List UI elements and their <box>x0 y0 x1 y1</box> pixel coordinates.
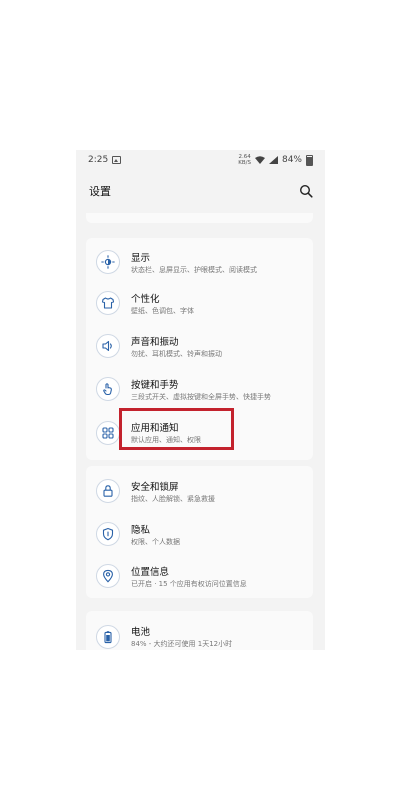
apps-icon <box>102 427 114 439</box>
status-time: 2:25 <box>88 155 109 165</box>
settings-item-title: 按键和手势 <box>131 380 179 391</box>
battery-icon-circle <box>96 625 120 649</box>
privacy-icon-circle <box>96 522 120 546</box>
settings-item-subtitle: 指纹、人脸解锁、紧急救援 <box>131 495 215 503</box>
settings-item-title: 隐私 <box>131 525 151 536</box>
status-bar: 2:25 2.64 KB/S 84% <box>76 150 325 170</box>
settings-item-security-lock[interactable]: 安全和锁屏 指纹、人脸解锁、紧急救援 <box>86 470 313 512</box>
settings-item-title: 电池 <box>131 627 151 638</box>
settings-item-apps-notifications[interactable]: 应用和通知 默认应用、通知、权限 <box>86 411 313 453</box>
apps-icon-circle <box>96 421 120 445</box>
settings-item-subtitle: 已开启 · 15 个应用有权访问位置信息 <box>131 580 247 588</box>
status-battery-icon <box>306 154 313 166</box>
settings-item-title: 声音和振动 <box>131 337 179 348</box>
speaker-icon <box>102 340 112 352</box>
location-icon <box>103 569 113 583</box>
scroll-top-card <box>86 213 313 223</box>
lock-icon <box>103 485 113 497</box>
settings-item-title: 安全和锁屏 <box>131 482 179 493</box>
settings-item-title: 应用和通知 <box>131 423 179 434</box>
settings-item-battery[interactable]: 电池 84% - 大约还可使用 1天12小时 <box>86 615 313 650</box>
search-icon <box>299 184 313 198</box>
personalization-icon-circle <box>96 291 120 315</box>
gesture-icon <box>103 383 112 396</box>
settings-item-sound[interactable]: 声音和振动 勿扰、耳机模式、铃声和振动 <box>86 325 313 367</box>
settings-item-subtitle: 权限、个人数据 <box>131 538 180 546</box>
image-notification-icon <box>112 156 122 164</box>
settings-item-display[interactable]: 显示 状态栏、息屏显示、护眼模式、阅读模式 <box>86 240 313 282</box>
settings-item-title: 显示 <box>131 253 151 264</box>
settings-item-title: 个性化 <box>131 294 160 305</box>
security-icon-circle <box>96 479 120 503</box>
sound-icon-circle <box>96 334 120 358</box>
settings-item-subtitle: 默认应用、通知、权限 <box>131 436 201 444</box>
network-speed: 2.64 KB/S <box>238 154 251 166</box>
battery-icon <box>104 631 112 644</box>
brightness-icon <box>101 255 115 269</box>
display-icon-circle <box>96 250 120 274</box>
settings-item-privacy[interactable]: 隐私 权限、个人数据 <box>86 513 313 555</box>
settings-item-personalization[interactable]: 个性化 壁纸、色调包、字体 <box>86 282 313 324</box>
settings-section-device: 显示 状态栏、息屏显示、护眼模式、阅读模式 个性化 壁纸、色调包、字体 声音和振… <box>86 238 313 460</box>
settings-item-subtitle: 三段式开关、虚拟按键和全屏手势、快捷手势 <box>131 393 271 401</box>
settings-item-location[interactable]: 位置信息 已开启 · 15 个应用有权访问位置信息 <box>86 555 313 597</box>
page-title: 设置 <box>89 185 111 198</box>
settings-item-subtitle: 84% - 大约还可使用 1天12小时 <box>131 640 233 648</box>
settings-screen: 2:25 2.64 KB/S 84% 设置 显示 状态栏、息屏显示、护眼模式、阅… <box>76 150 325 650</box>
settings-item-subtitle: 壁纸、色调包、字体 <box>131 307 194 315</box>
shield-icon <box>102 527 114 541</box>
settings-item-subtitle: 状态栏、息屏显示、护眼模式、阅读模式 <box>131 266 257 274</box>
settings-section-security: 安全和锁屏 指纹、人脸解锁、紧急救援 隐私 权限、个人数据 位置信息 已开启 · <box>86 466 313 598</box>
settings-item-subtitle: 勿扰、耳机模式、铃声和振动 <box>131 350 222 358</box>
cell-signal-icon <box>268 156 278 164</box>
settings-item-title: 位置信息 <box>131 567 170 578</box>
battery-percent: 84% <box>281 155 302 165</box>
location-icon-circle <box>96 564 120 588</box>
tshirt-icon <box>101 297 115 309</box>
header: 设置 <box>76 170 325 212</box>
settings-section-battery: 电池 84% - 大约还可使用 1天12小时 <box>86 611 313 650</box>
wifi-icon <box>254 156 265 164</box>
settings-item-buttons-gestures[interactable]: 按键和手势 三段式开关、虚拟按键和全屏手势、快捷手势 <box>86 368 313 410</box>
gestures-icon-circle <box>96 377 120 401</box>
search-button[interactable] <box>297 182 315 200</box>
